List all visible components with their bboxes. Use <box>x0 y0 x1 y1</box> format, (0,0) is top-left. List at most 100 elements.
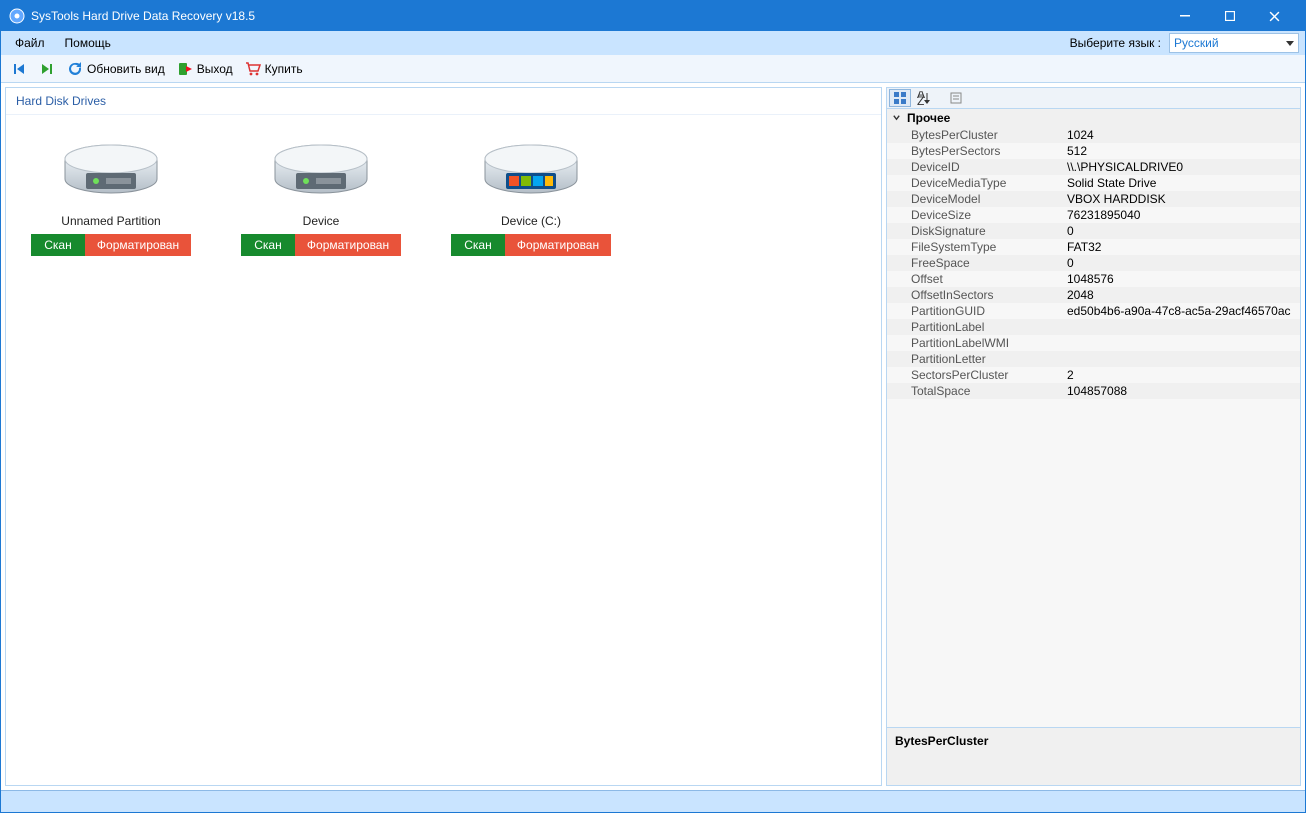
property-key: PartitionLabel <box>887 320 1067 334</box>
property-key: PartitionLetter <box>887 352 1067 366</box>
property-grid[interactable]: Прочее BytesPerCluster 1024 BytesPerSect… <box>886 109 1301 728</box>
property-value: 2 <box>1067 368 1300 382</box>
refresh-label: Обновить вид <box>87 62 165 76</box>
drives-pane: Hard Disk Drives Unnamed Partition Скан … <box>5 87 882 786</box>
property-row[interactable]: OffsetInSectors 2048 <box>887 287 1300 303</box>
property-key: DeviceSize <box>887 208 1067 222</box>
buy-label: Купить <box>265 62 303 76</box>
property-row[interactable]: DiskSignature 0 <box>887 223 1300 239</box>
property-row[interactable]: FileSystemType FAT32 <box>887 239 1300 255</box>
properties-toolbar: AZ <box>886 87 1301 109</box>
property-value: 0 <box>1067 224 1300 238</box>
property-value: 0 <box>1067 256 1300 270</box>
property-row[interactable]: FreeSpace 0 <box>887 255 1300 271</box>
drive-item[interactable]: Device (C:) Скан Форматирован <box>446 135 616 256</box>
statusbar <box>1 790 1305 812</box>
property-value: 2048 <box>1067 288 1300 302</box>
property-key: FreeSpace <box>887 256 1067 270</box>
drive-icon <box>266 135 376 208</box>
drive-icon <box>476 135 586 208</box>
format-button[interactable]: Форматирован <box>295 234 401 256</box>
property-key: Offset <box>887 272 1067 286</box>
property-value: 76231895040 <box>1067 208 1300 222</box>
property-key: PartitionGUID <box>887 304 1067 318</box>
exit-label: Выход <box>197 62 233 76</box>
drives-list: Unnamed Partition Скан Форматирован Devi… <box>6 115 881 276</box>
property-key: PartitionLabelWMI <box>887 336 1067 350</box>
titlebar[interactable]: SysTools Hard Drive Data Recovery v18.5 <box>1 1 1305 31</box>
property-key: DeviceMediaType <box>887 176 1067 190</box>
property-value: 512 <box>1067 144 1300 158</box>
property-value: FAT32 <box>1067 240 1300 254</box>
menu-file[interactable]: Файл <box>7 34 53 52</box>
property-row[interactable]: DeviceMediaType Solid State Drive <box>887 175 1300 191</box>
scan-button[interactable]: Скан <box>241 234 295 256</box>
drive-label: Device <box>303 214 340 228</box>
property-key: FileSystemType <box>887 240 1067 254</box>
menubar: Файл Помощь Выберите язык : Русский <box>1 31 1305 55</box>
format-button[interactable]: Форматирован <box>85 234 191 256</box>
property-key: BytesPerSectors <box>887 144 1067 158</box>
property-row[interactable]: DeviceModel VBOX HARDDISK <box>887 191 1300 207</box>
drive-actions: Скан Форматирован <box>241 234 401 256</box>
property-row[interactable]: Offset 1048576 <box>887 271 1300 287</box>
exit-button[interactable]: Выход <box>173 59 237 79</box>
language-label: Выберите язык : <box>1070 36 1161 50</box>
window-controls <box>1162 1 1297 31</box>
drives-header: Hard Disk Drives <box>6 88 881 115</box>
scan-button[interactable]: Скан <box>451 234 505 256</box>
property-row[interactable]: SectorsPerCluster 2 <box>887 367 1300 383</box>
property-key: TotalSpace <box>887 384 1067 398</box>
content-area: Hard Disk Drives Unnamed Partition Скан … <box>1 83 1305 790</box>
drive-item[interactable]: Device Скан Форматирован <box>236 135 406 256</box>
property-value: 1024 <box>1067 128 1300 142</box>
property-section-header[interactable]: Прочее <box>887 109 1300 127</box>
chevron-down-icon <box>891 111 901 125</box>
window-title: SysTools Hard Drive Data Recovery v18.5 <box>31 9 1162 23</box>
prop-pages-button[interactable] <box>945 89 967 107</box>
prop-categorized-button[interactable] <box>889 89 911 107</box>
property-value: Solid State Drive <box>1067 176 1300 190</box>
property-key: BytesPerCluster <box>887 128 1067 142</box>
chevron-down-icon <box>1286 41 1294 46</box>
drive-actions: Скан Форматирован <box>451 234 611 256</box>
refresh-button[interactable]: Обновить вид <box>63 59 169 79</box>
prop-alphabetical-button[interactable]: AZ <box>913 89 935 107</box>
language-value: Русский <box>1174 36 1219 50</box>
app-icon <box>9 8 25 24</box>
property-row[interactable]: PartitionLabel <box>887 319 1300 335</box>
property-row[interactable]: BytesPerSectors 512 <box>887 143 1300 159</box>
buy-button[interactable]: Купить <box>241 59 307 79</box>
property-description: BytesPerCluster <box>886 728 1301 786</box>
property-row[interactable]: PartitionLabelWMI <box>887 335 1300 351</box>
drive-item[interactable]: Unnamed Partition Скан Форматирован <box>26 135 196 256</box>
language-select[interactable]: Русский <box>1169 33 1299 53</box>
property-row[interactable]: DeviceID \\.\PHYSICALDRIVE0 <box>887 159 1300 175</box>
property-row[interactable]: DeviceSize 76231895040 <box>887 207 1300 223</box>
app-window: SysTools Hard Drive Data Recovery v18.5 … <box>0 0 1306 813</box>
format-button[interactable]: Форматирован <box>505 234 611 256</box>
property-key: DeviceID <box>887 160 1067 174</box>
property-value: ed50b4b6-a90a-47c8-ac5a-29acf46570ac <box>1067 304 1300 318</box>
property-key: SectorsPerCluster <box>887 368 1067 382</box>
nav-last-button[interactable] <box>35 59 59 79</box>
toolbar: Обновить вид Выход Купить <box>1 55 1305 83</box>
property-row[interactable]: PartitionLetter <box>887 351 1300 367</box>
property-value: 1048576 <box>1067 272 1300 286</box>
property-row[interactable]: PartitionGUID ed50b4b6-a90a-47c8-ac5a-29… <box>887 303 1300 319</box>
property-row[interactable]: BytesPerCluster 1024 <box>887 127 1300 143</box>
svg-text:Z: Z <box>917 94 924 105</box>
property-value: \\.\PHYSICALDRIVE0 <box>1067 160 1300 174</box>
maximize-button[interactable] <box>1207 1 1252 31</box>
property-value: 104857088 <box>1067 384 1300 398</box>
drive-label: Device (C:) <box>501 214 561 228</box>
properties-pane: AZ Прочее BytesPerCluster 1024 B <box>886 87 1301 786</box>
nav-first-button[interactable] <box>7 59 31 79</box>
menu-help[interactable]: Помощь <box>57 34 119 52</box>
scan-button[interactable]: Скан <box>31 234 85 256</box>
property-section-title: Прочее <box>907 111 950 125</box>
close-button[interactable] <box>1252 1 1297 31</box>
minimize-button[interactable] <box>1162 1 1207 31</box>
drive-icon <box>56 135 166 208</box>
property-row[interactable]: TotalSpace 104857088 <box>887 383 1300 399</box>
